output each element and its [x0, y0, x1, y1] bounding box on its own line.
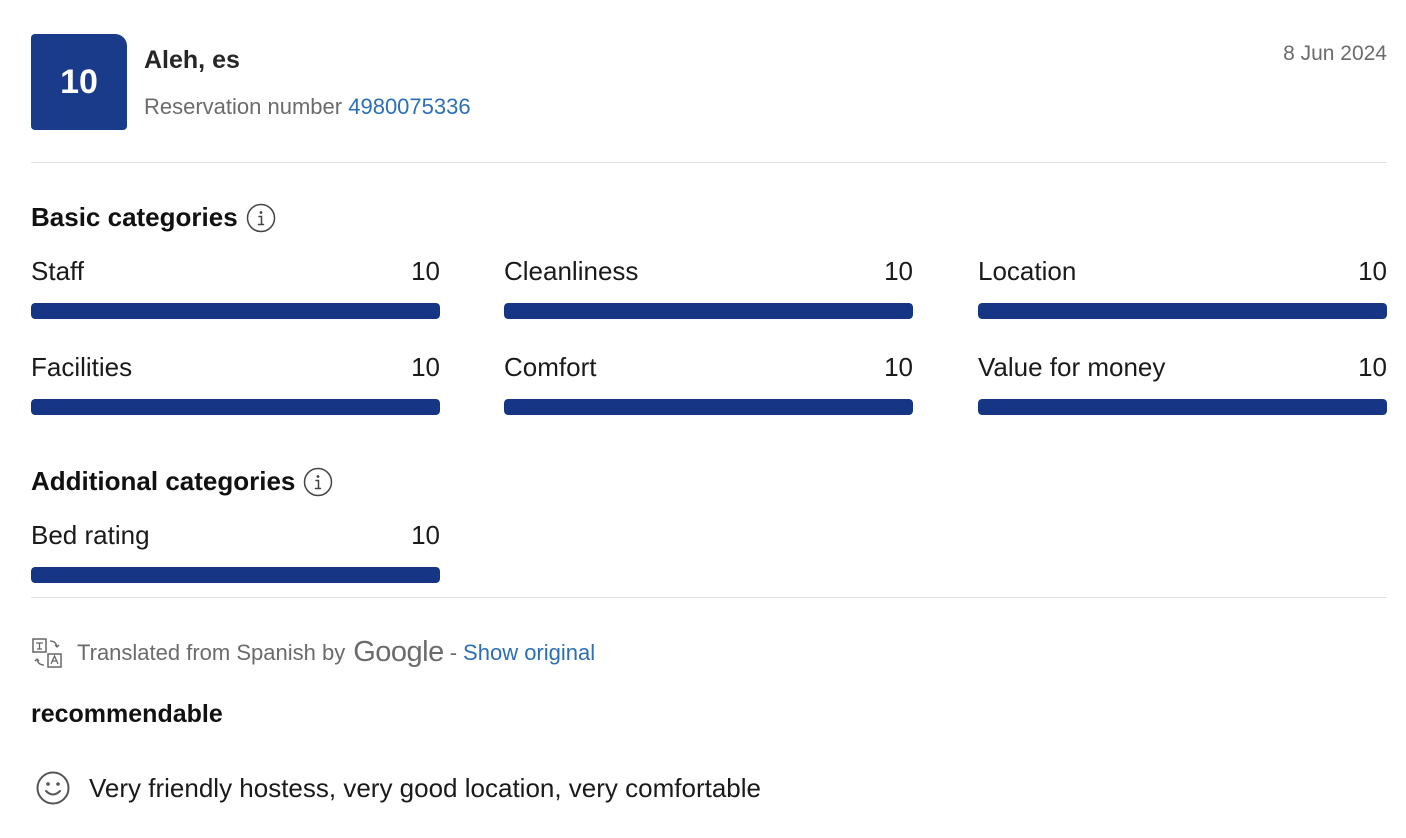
category-label: Cleanliness [504, 256, 639, 286]
reservation-label: Reservation number [144, 94, 343, 119]
category-label: Bed rating [31, 520, 150, 550]
score-badge: 10 [31, 34, 127, 130]
score-bar-fill [978, 399, 1387, 415]
score-bar-fill [31, 567, 440, 583]
category-comfort: Comfort 10 [504, 352, 913, 415]
smiley-icon [36, 771, 70, 805]
category-score: 10 [411, 256, 440, 286]
score-bar [504, 303, 913, 319]
score-bar-fill [31, 303, 440, 319]
category-score: 10 [884, 256, 913, 286]
review-positive-text: Very friendly hostess, very good locatio… [89, 772, 761, 803]
category-score: 10 [1358, 352, 1387, 382]
info-icon[interactable] [303, 467, 333, 497]
score-bar [504, 399, 913, 415]
category-facilities: Facilities 10 [31, 352, 440, 415]
reservation-number-link[interactable]: 4980075336 [348, 94, 470, 119]
category-score: 10 [884, 352, 913, 382]
category-label: Value for money [978, 352, 1166, 382]
score-bar-fill [978, 303, 1387, 319]
score-bar [31, 567, 440, 583]
category-label: Staff [31, 256, 85, 286]
review-title: recommendable [31, 700, 223, 728]
score-bar-fill [31, 399, 440, 415]
score-bar-fill [504, 399, 913, 415]
category-staff: Staff 10 [31, 256, 440, 319]
category-bed-rating: Bed rating 10 [31, 520, 440, 583]
translation-text: Translated from Spanish by [77, 639, 346, 665]
additional-categories-heading: Additional categories [31, 466, 333, 497]
category-location: Location 10 [978, 256, 1387, 319]
category-score: 10 [411, 352, 440, 382]
review-date: 8 Jun 2024 [1283, 42, 1387, 65]
category-label: Facilities [31, 352, 133, 382]
score-bar [978, 303, 1387, 319]
category-value-for-money: Value for money 10 [978, 352, 1387, 415]
translation-notice: Translated from Spanish by Google - Show… [31, 636, 595, 669]
category-score: 10 [1358, 256, 1387, 286]
info-icon[interactable] [246, 203, 276, 233]
review-positive: Very friendly hostess, very good locatio… [35, 770, 761, 806]
additional-categories-title: Additional categories [31, 466, 296, 496]
basic-categories-title: Basic categories [31, 202, 238, 232]
separator: - [449, 639, 458, 665]
score-bar-fill [504, 303, 913, 319]
score-bar [978, 399, 1387, 415]
translate-icon [32, 637, 62, 668]
reviewer-name: Aleh, es [144, 46, 240, 74]
category-score: 10 [411, 520, 440, 550]
divider [31, 597, 1387, 598]
reservation-info: Reservation number 4980075336 [144, 94, 471, 120]
category-label: Comfort [504, 352, 597, 382]
show-original-link[interactable]: Show original [463, 640, 595, 666]
category-label: Location [978, 256, 1077, 286]
google-logo: Google [353, 636, 444, 668]
review-header: 10 Aleh, es Reservation number 498007533… [31, 34, 1387, 130]
score-bar [31, 303, 440, 319]
category-cleanliness: Cleanliness 10 [504, 256, 913, 319]
basic-categories-heading: Basic categories [31, 202, 276, 233]
divider [31, 162, 1387, 163]
score-bar [31, 399, 440, 415]
